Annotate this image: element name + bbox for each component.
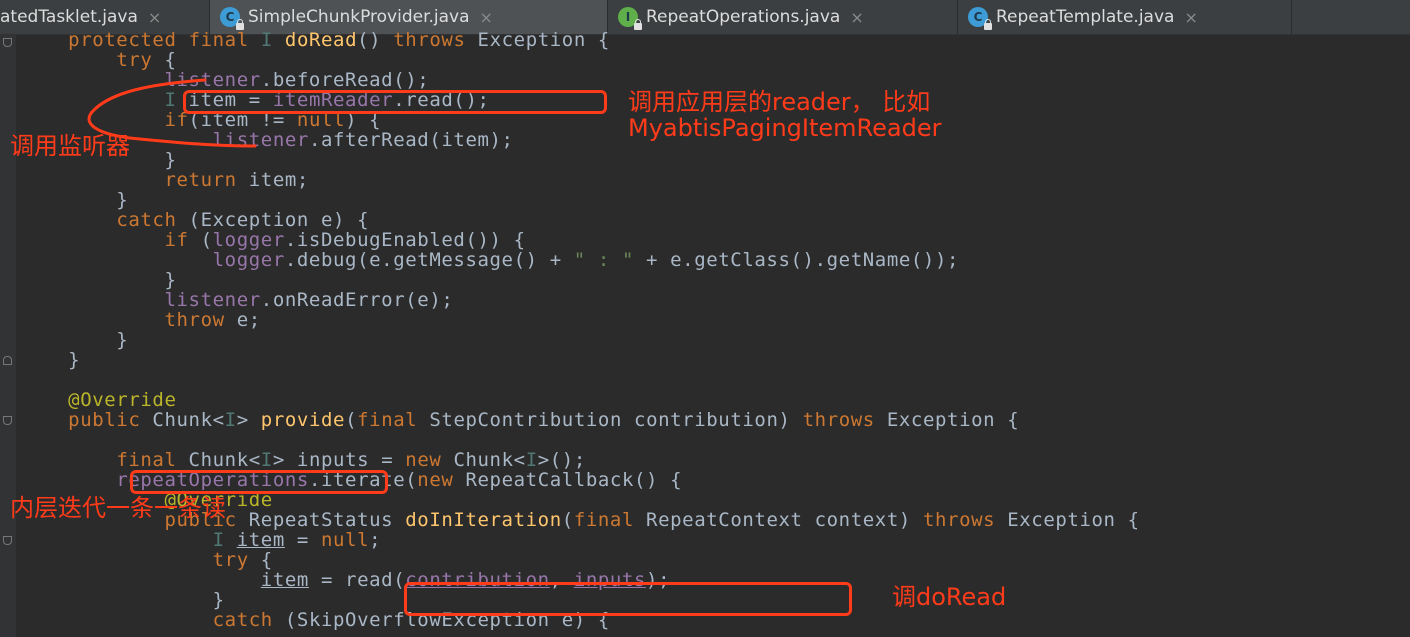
- annotation-reader-line1: 调用应用层的reader， 比如: [628, 88, 931, 116]
- annotation-listener: 调用监听器: [10, 132, 130, 160]
- annotation-doread: 调doRead: [892, 583, 1007, 611]
- annotation-reader-line2: MyabtisPagingItemReader: [628, 114, 942, 142]
- annotation-inner-iteration: 内层迭代一条一条读: [10, 494, 226, 522]
